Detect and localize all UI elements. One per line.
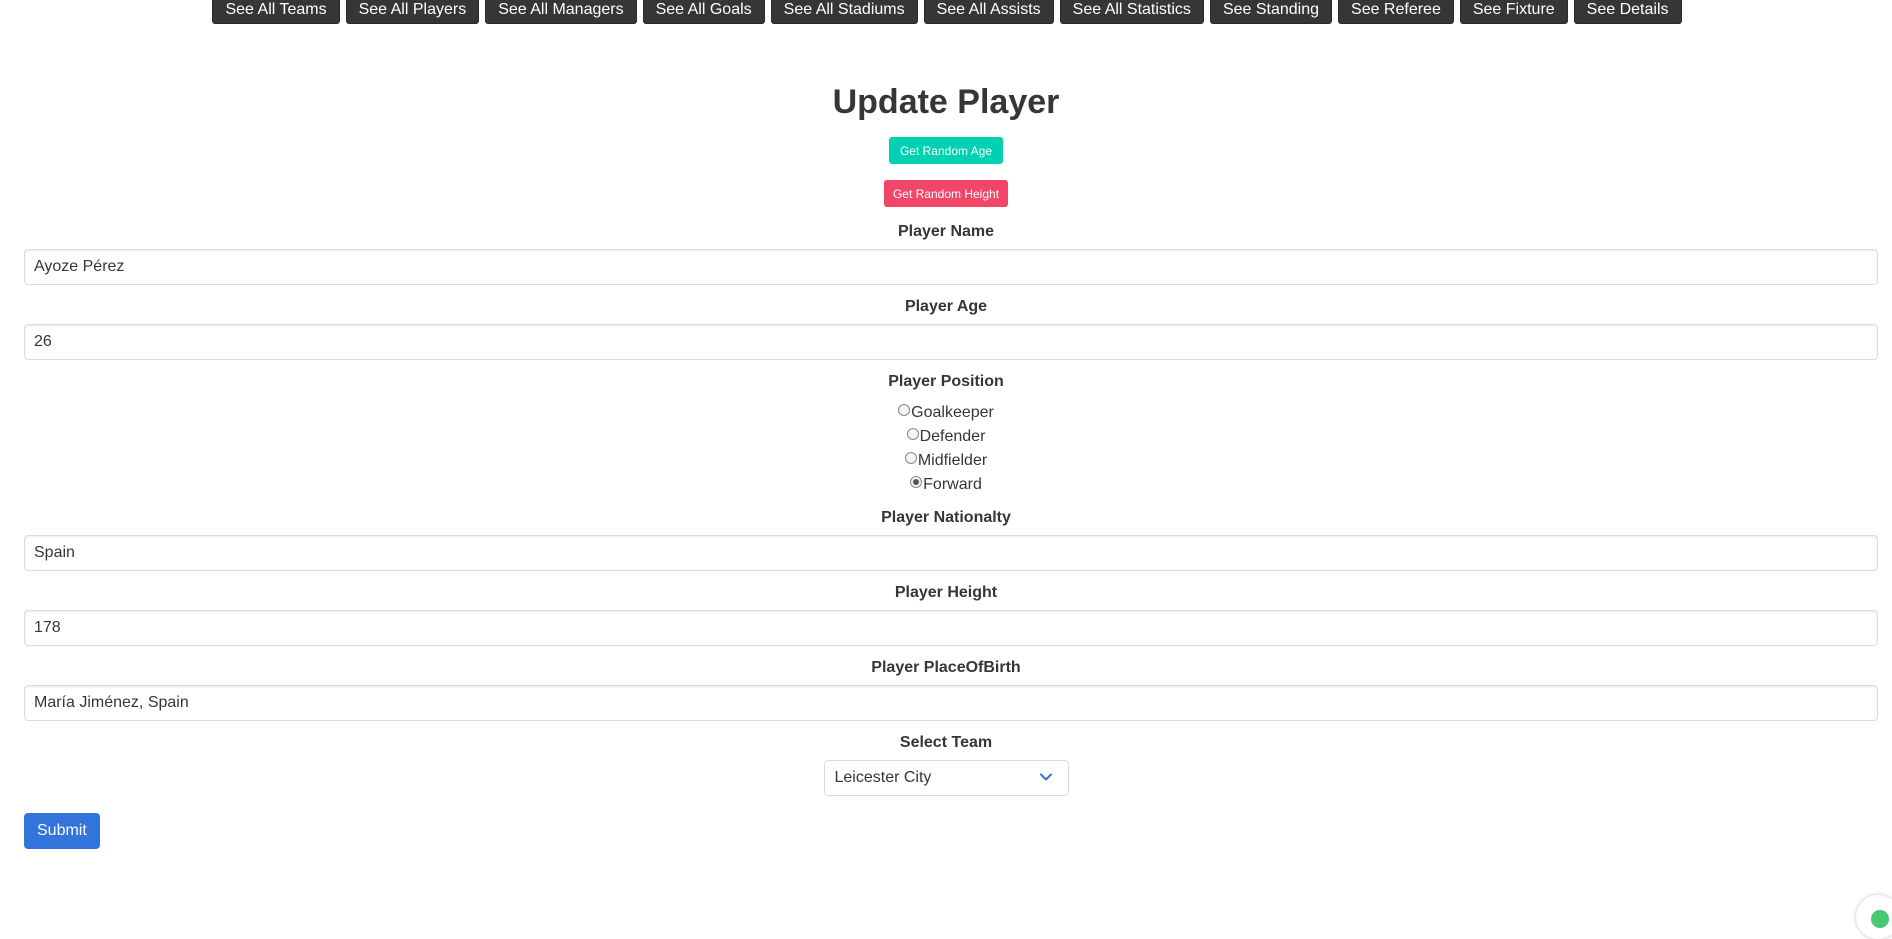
nav-see-referee[interactable]: See Referee [1338, 0, 1454, 24]
radio-label-goalkeeper: Goalkeeper [911, 404, 994, 421]
nav-see-all-assists[interactable]: See All Assists [923, 0, 1054, 24]
position-radio-group: Goalkeeper Defender Midfielder Forward [0, 401, 1892, 497]
player-age-input[interactable] [24, 324, 1878, 360]
get-random-height-button[interactable]: Get Random Height [883, 180, 1009, 207]
chevron-down-icon [1039, 773, 1052, 781]
radio-button-midfielder[interactable] [904, 452, 917, 464]
player-name-label: Player Name [897, 223, 995, 240]
radio-label-forward: Forward [923, 476, 982, 493]
get-random-age-button[interactable]: Get Random Age [888, 137, 1004, 164]
nav-see-all-statistics[interactable]: See All Statistics [1059, 0, 1204, 24]
nav-see-standing[interactable]: See Standing [1209, 0, 1333, 24]
random-age-row: Get Random Age [0, 124, 1892, 164]
radio-label-defender: Defender [919, 428, 986, 445]
page-title: Update Player [832, 83, 1060, 121]
nav-see-all-managers[interactable]: See All Managers [485, 0, 637, 24]
random-height-row: Get Random Height [0, 164, 1892, 207]
radio-option-goalkeeper[interactable]: Goalkeeper [0, 401, 1892, 425]
team-select[interactable]: Leicester City [823, 760, 1069, 796]
player-nationality-label: Player Nationalty [881, 509, 1011, 526]
nav-see-all-players[interactable]: See All Players [345, 0, 480, 24]
player-height-label: Player Height [894, 584, 998, 601]
radio-option-midfielder[interactable]: Midfielder [0, 449, 1892, 473]
shield-check-icon[interactable] [1856, 895, 1892, 939]
nav-see-all-teams[interactable]: See All Teams [212, 0, 340, 24]
submit-button[interactable]: Submit [24, 813, 100, 849]
team-select-value: Leicester City [834, 769, 932, 786]
top-nav: See All Teams See All Players See All Ma… [0, 0, 1892, 24]
nav-see-all-stadiums[interactable]: See All Stadiums [770, 0, 918, 24]
player-position-label: Player Position [888, 373, 1004, 390]
radio-button-goalkeeper[interactable] [898, 404, 911, 416]
team-select-row: Leicester City [0, 753, 1892, 801]
player-name-input[interactable] [24, 249, 1878, 285]
player-height-input[interactable] [24, 610, 1878, 646]
nav-see-fixture[interactable]: See Fixture [1459, 0, 1568, 24]
update-player-form: Player Name Player Age Player Position G… [0, 222, 1892, 849]
radio-option-forward[interactable]: Forward [0, 473, 1892, 497]
player-placeofbirth-label: Player PlaceOfBirth [871, 659, 1021, 676]
player-age-label: Player Age [904, 298, 988, 315]
radio-option-defender[interactable]: Defender [0, 425, 1892, 449]
select-team-label: Select Team [899, 734, 993, 751]
nav-see-all-goals[interactable]: See All Goals [642, 0, 765, 24]
radio-button-defender[interactable] [906, 428, 919, 440]
radio-button-forward[interactable] [910, 476, 923, 488]
player-nationality-input[interactable] [24, 535, 1878, 571]
player-placeofbirth-input[interactable] [24, 685, 1878, 721]
nav-see-details[interactable]: See Details [1573, 0, 1682, 24]
radio-label-midfielder: Midfielder [917, 452, 988, 469]
